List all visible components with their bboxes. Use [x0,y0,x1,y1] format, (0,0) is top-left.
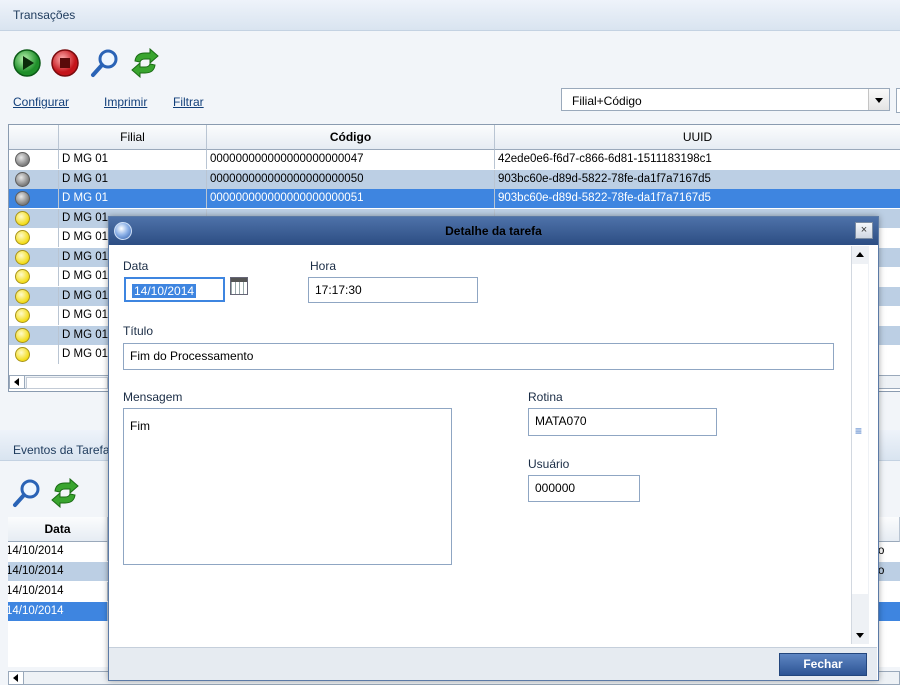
table-row[interactable]: D MG 01 000000000000000000000047 42ede0e6-… [9,150,900,170]
date-field-value: 14/10/2014 [132,284,197,298]
status-yellow-icon [15,230,30,245]
transactions-panel-header: Transações [0,0,900,31]
status-gray-icon [15,152,30,167]
code-cell[interactable]: 000000000000000000000051 [207,189,495,208]
routine-field[interactable]: MATA070 [528,408,717,436]
order-select-value: Filial+Código [572,94,642,108]
scroll-down-icon[interactable] [852,627,869,644]
status-cell[interactable] [9,208,59,228]
status-cell[interactable] [9,345,59,364]
status-cell[interactable] [9,228,59,247]
refresh-icon[interactable] [50,478,80,508]
status-cell[interactable] [9,267,59,286]
dialog-title-bar[interactable]: Detalhe da tarefa × [109,217,878,245]
date-label: Data [123,259,149,273]
search-icon[interactable] [90,48,120,78]
status-cell[interactable] [9,286,59,306]
print-link[interactable]: Imprimir [104,95,147,109]
status-gray-icon [15,191,30,206]
grip-icon: ≡ [855,424,863,438]
status-gray-icon [15,171,30,187]
scroll-up-icon[interactable] [852,246,869,263]
branch-cell[interactable]: D MG 01 [59,189,207,208]
dialog-footer: Fechar [109,647,877,680]
status-cell[interactable] [9,169,59,189]
title-label: Título [123,324,154,338]
column-header-code[interactable]: Código [207,125,495,150]
order-select[interactable]: Filial+Código [561,88,890,111]
routine-label: Rotina [528,390,563,404]
status-cell[interactable] [9,306,59,325]
column-header-branch[interactable]: Filial [59,125,207,150]
refresh-icon[interactable] [130,48,160,78]
code-cell[interactable]: 000000000000000000000050 [207,169,495,189]
scrollbar-thumb[interactable]: ≡ [852,264,868,594]
user-label: Usuário [528,457,570,471]
date-cell[interactable]: 14/10/2014 [8,582,108,601]
stop-icon[interactable] [50,48,80,78]
code-cell[interactable]: 000000000000000000000047 [207,150,495,169]
search-icon[interactable] [12,478,42,508]
time-label: Hora [310,259,337,273]
column-header-date[interactable]: Data [8,517,108,542]
panel-title: Eventos da Tarefa [13,443,110,457]
close-icon[interactable]: × [855,222,873,239]
status-yellow-icon [15,269,30,284]
filter-link[interactable]: Filtrar [173,95,204,109]
status-cell[interactable] [9,189,59,208]
branch-cell[interactable]: D MG 01 [59,150,207,169]
column-header-uuid[interactable]: UUID [495,125,900,150]
scroll-left-icon[interactable] [9,672,24,684]
date-cell[interactable]: 14/10/2014 [8,542,108,561]
status-cell[interactable] [9,325,59,345]
message-label: Mensagem [123,390,183,404]
status-yellow-icon [15,249,30,265]
status-yellow-icon [15,327,30,343]
branch-cell[interactable]: D MG 01 [59,169,207,189]
date-cell[interactable]: 14/10/2014 [8,562,108,581]
dialog-title: Detalhe da tarefa [445,224,542,238]
status-column-header[interactable] [9,125,59,150]
status-yellow-icon [15,210,30,226]
search-field-stub[interactable] [896,88,900,113]
uuid-cell[interactable]: 903bc60e-d89d-5822-78fe-da1f7a7167d5 [495,170,900,189]
panel-title: Transações [13,8,76,22]
play-icon[interactable] [12,48,42,78]
status-cell[interactable] [9,150,59,169]
date-cell[interactable]: 14/10/2014 [8,602,108,621]
chevron-down-icon[interactable] [868,89,889,110]
table-row[interactable]: D MG 01 000000000000000000000050 903bc60e-… [9,169,900,190]
scroll-left-icon[interactable] [10,376,25,388]
title-field[interactable]: Fim do Processamento [123,343,834,370]
message-textarea[interactable]: Fim [123,408,452,565]
status-yellow-icon [15,347,30,362]
time-field[interactable]: 17:17:30 [308,277,478,303]
table-row[interactable]: D MG 01 000000000000000000000051 903bc60e-… [9,189,900,209]
uuid-cell[interactable]: 42ede0e6-f6d7-c866-6d81-1511183198c1 [495,150,900,169]
status-yellow-icon [15,308,30,323]
date-field[interactable]: 14/10/2014 [124,277,225,302]
status-yellow-icon [15,288,30,304]
configure-link[interactable]: Configurar [13,95,69,109]
user-field[interactable]: 000000 [528,475,640,502]
scrollbar-thumb[interactable] [26,377,108,389]
uuid-cell[interactable]: 903bc60e-d89d-5822-78fe-da1f7a7167d5 [495,189,900,208]
dialog-vertical-scrollbar[interactable]: ≡ [851,246,869,644]
calendar-icon[interactable] [230,277,248,295]
close-button[interactable]: Fechar [779,653,867,676]
status-cell[interactable] [9,247,59,267]
